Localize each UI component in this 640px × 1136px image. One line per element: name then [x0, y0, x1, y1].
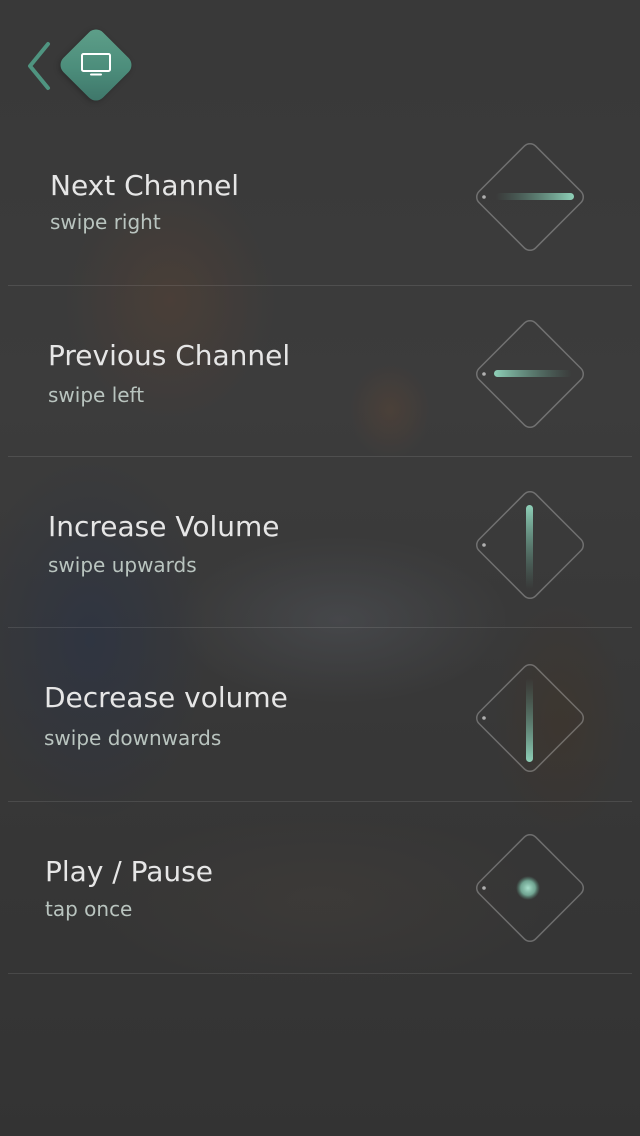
gesture-hint: swipe downwards: [44, 726, 222, 750]
tap-gesture-icon: [475, 833, 585, 943]
gesture-hint: swipe left: [48, 383, 145, 407]
row-divider: [8, 973, 632, 974]
gesture-title: Previous Channel: [48, 339, 291, 372]
gesture-row-next-channel: Next Channel swipe right: [0, 115, 640, 286]
swipe-up-gesture-icon: [475, 490, 585, 600]
gesture-row-increase-volume: Increase Volume swipe upwards: [0, 457, 640, 628]
gesture-title: Next Channel: [50, 169, 240, 202]
gesture-row-previous-channel: Previous Channel swipe left: [0, 286, 640, 457]
gesture-hint: swipe upwards: [48, 553, 197, 577]
gesture-row-decrease-volume: Decrease volume swipe downwards: [0, 628, 640, 802]
gesture-list: Next Channel swipe right Previous Channe…: [0, 0, 640, 1136]
gesture-row-play-pause: Play / Pause tap once: [0, 802, 640, 974]
swipe-left-gesture-icon: [475, 319, 585, 429]
gesture-title: Increase Volume: [48, 510, 280, 543]
gesture-hint: swipe right: [50, 210, 161, 234]
gesture-hint: tap once: [45, 897, 133, 921]
gesture-title: Play / Pause: [45, 855, 213, 888]
swipe-right-gesture-icon: [475, 142, 585, 252]
gesture-title: Decrease volume: [44, 681, 288, 714]
swipe-down-gesture-icon: [475, 663, 585, 773]
